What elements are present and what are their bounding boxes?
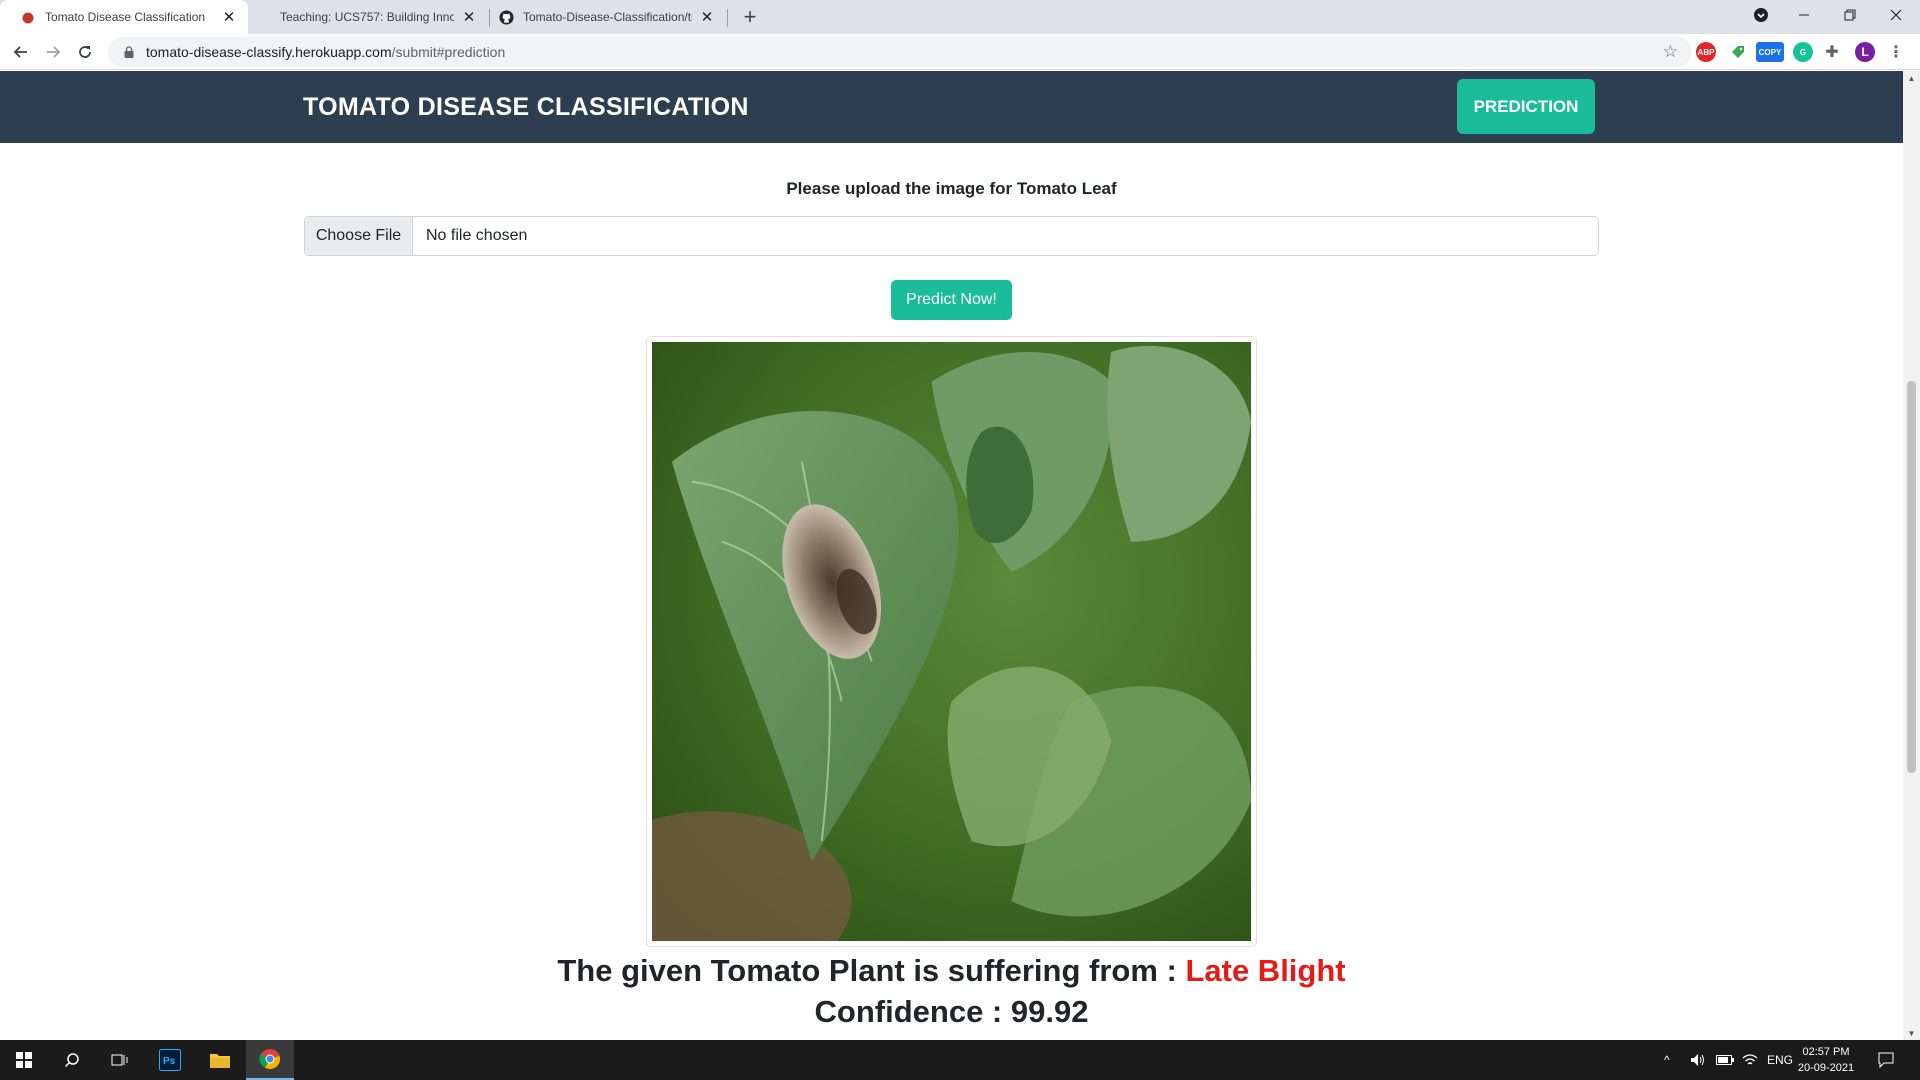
browser-tab-strip: Tomato Disease Classification ✕ Teaching… (0, 0, 1920, 34)
file-input[interactable]: Choose File No file chosen (304, 216, 1599, 256)
profile-avatar[interactable]: L (1855, 42, 1875, 62)
page-scrollbar[interactable]: ▲ ▼ (1903, 71, 1920, 1040)
tab-title: Tomato Disease Classification (45, 10, 206, 24)
tomato-leaf-photo (652, 342, 1251, 941)
windows-start-icon[interactable] (0, 1040, 48, 1080)
tomato-icon (20, 9, 36, 25)
search-icon[interactable] (48, 1040, 96, 1080)
chrome-taskbar-icon[interactable] (246, 1040, 294, 1080)
tab-search-icon[interactable] (1738, 0, 1784, 30)
tab-title: Tomato-Disease-Classification/tr (523, 10, 692, 24)
wifi-icon[interactable] (1742, 1040, 1758, 1080)
tab-teaching-ucs757[interactable]: Teaching: UCS757: Building Innov ✕ (260, 0, 488, 34)
copy-label: COPY (1758, 47, 1782, 57)
task-view-icon[interactable] (96, 1040, 144, 1080)
uploaded-image-frame (646, 336, 1257, 947)
file-explorer-icon[interactable] (196, 1040, 244, 1080)
photoshop-icon[interactable]: Ps (146, 1040, 194, 1080)
scroll-up-icon[interactable]: ▲ (1903, 71, 1920, 85)
tab-tomato-disease-classification[interactable]: Tomato Disease Classification ✕ (0, 0, 248, 34)
url-path: /submit#prediction (391, 44, 506, 60)
site-brand[interactable]: TOMATO DISEASE CLASSIFICATION (303, 93, 749, 122)
url-host: tomato-disease-classify.herokuapp.com (146, 44, 392, 60)
confidence-score: Confidence : 99.92 (814, 994, 1089, 1029)
extensions-puzzle-icon[interactable]: ✚ (1822, 42, 1842, 62)
disease-name: Late Blight (1185, 953, 1346, 988)
prediction-result: The given Tomato Plant is suffering from… (0, 953, 1903, 989)
volume-icon[interactable] (1690, 1040, 1706, 1080)
grammarly-icon[interactable]: G (1793, 42, 1813, 62)
notifications-icon[interactable] (1878, 1040, 1894, 1080)
profile-initial: L (1861, 45, 1869, 59)
tab-separator (727, 9, 728, 27)
close-tab-icon[interactable]: ✕ (698, 8, 716, 26)
browser-menu-icon[interactable]: ⋮ (1886, 42, 1906, 62)
clock-time: 02:57 PM (1802, 1046, 1850, 1058)
choose-file-button[interactable]: Choose File (305, 217, 413, 255)
upload-label: Please upload the image for Tomato Leaf (786, 179, 1117, 198)
adblock-label: ABP (1697, 47, 1715, 57)
scroll-down-icon[interactable]: ▼ (1903, 1026, 1920, 1040)
bookmark-star-icon[interactable]: ☆ (1663, 42, 1678, 62)
adblock-plus-icon[interactable]: ABP (1696, 42, 1716, 62)
page-viewport: TOMATO DISEASE CLASSIFICATION PREDICTION… (0, 71, 1903, 1040)
browser-toolbar: tomato-disease-classify.herokuapp.com/su… (0, 34, 1920, 70)
tab-github-repo[interactable]: Tomato-Disease-Classification/tr ✕ (490, 0, 726, 34)
back-icon[interactable] (7, 38, 35, 66)
minimize-icon[interactable] (1781, 0, 1827, 30)
forward-icon[interactable] (39, 38, 67, 66)
svg-text:Ps: Ps (163, 1056, 176, 1067)
close-tab-icon[interactable]: ✕ (460, 8, 478, 26)
reload-icon[interactable] (71, 38, 99, 66)
lock-icon[interactable] (122, 45, 136, 59)
tag-extension-icon[interactable] (1728, 42, 1748, 62)
windows-taskbar: Ps ^ ENG 02:57 PM 20-09-2021 (0, 1040, 1920, 1080)
file-status-text: No file chosen (426, 227, 528, 244)
close-tab-icon[interactable]: ✕ (220, 8, 238, 26)
copy-extension-icon[interactable]: COPY (1756, 42, 1784, 62)
show-hidden-icons[interactable]: ^ (1664, 1040, 1670, 1080)
system-clock[interactable]: 02:57 PM 20-09-2021 (1790, 1044, 1862, 1076)
scroll-thumb[interactable] (1907, 381, 1916, 773)
clock-date: 20-09-2021 (1797, 1062, 1855, 1074)
new-tab-button[interactable]: + (737, 4, 763, 30)
site-navbar: TOMATO DISEASE CLASSIFICATION PREDICTION (0, 71, 1903, 143)
address-bar[interactable]: tomato-disease-classify.herokuapp.com/su… (108, 37, 1692, 67)
battery-icon[interactable] (1716, 1040, 1734, 1080)
tab-title: Teaching: UCS757: Building Innov (280, 10, 454, 24)
prediction-nav-button[interactable]: PREDICTION (1457, 79, 1595, 134)
result-prefix: The given Tomato Plant is suffering from… (557, 953, 1186, 988)
close-window-icon[interactable] (1873, 0, 1919, 30)
predict-now-button[interactable]: Predict Now! (891, 280, 1012, 320)
github-icon (498, 9, 514, 25)
restore-icon[interactable] (1827, 0, 1873, 30)
